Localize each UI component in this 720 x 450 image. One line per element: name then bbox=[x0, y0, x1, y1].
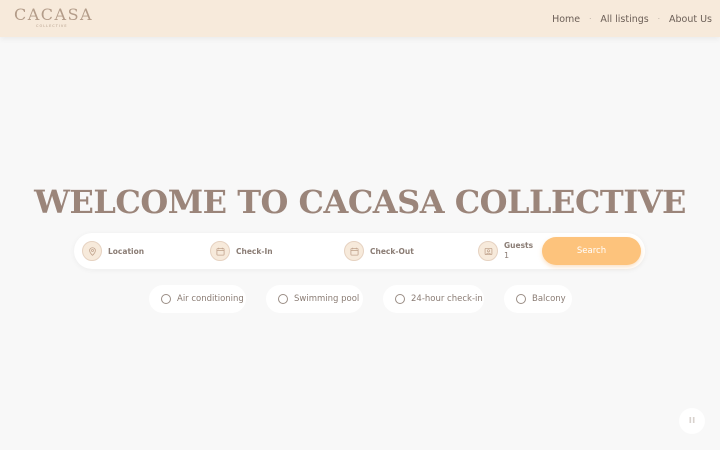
nav-about-us[interactable]: About Us bbox=[669, 14, 712, 25]
filter-label: 24-hour check-in bbox=[411, 294, 483, 304]
nav-separator: · bbox=[657, 15, 660, 23]
search-button[interactable]: Search bbox=[542, 237, 641, 265]
main-nav: Home · All listings · About Us bbox=[552, 12, 712, 26]
location-label: Location bbox=[108, 246, 145, 256]
radio-icon[interactable] bbox=[161, 294, 171, 304]
guests-field[interactable]: Guests 1 bbox=[478, 240, 533, 262]
nav-separator: · bbox=[589, 15, 592, 23]
filter-swimming-pool[interactable]: Swimming pool bbox=[266, 285, 363, 313]
filter-air-conditioning[interactable]: Air conditioning bbox=[149, 285, 246, 313]
site-header: CACASA COLLECTIVE Home · All listings · … bbox=[0, 0, 720, 37]
filter-label: Air conditioning bbox=[177, 294, 244, 304]
calendar-icon bbox=[344, 241, 364, 261]
pause-icon bbox=[688, 416, 696, 427]
cacasa-logo[interactable]: CACASA COLLECTIVE bbox=[14, 5, 94, 32]
search-bar: Location Check-In Check-Out Guests 1 Sea… bbox=[74, 233, 645, 269]
page-title: WELCOME TO CACASA COLLECTIVE bbox=[34, 183, 686, 221]
calendar-icon bbox=[210, 241, 230, 261]
filter-24-hour-check-in[interactable]: 24-hour check-in bbox=[383, 285, 484, 313]
logo-subtitle: COLLECTIVE bbox=[36, 24, 68, 28]
floating-action-button[interactable] bbox=[679, 408, 705, 434]
filter-balcony[interactable]: Balcony bbox=[504, 285, 572, 313]
checkout-label: Check-Out bbox=[370, 246, 414, 256]
nav-all-listings[interactable]: All listings bbox=[600, 14, 648, 25]
checkout-field[interactable]: Check-Out bbox=[344, 240, 414, 262]
guests-label: Guests bbox=[504, 241, 534, 250]
filter-label: Balcony bbox=[532, 294, 566, 304]
location-pin-icon bbox=[82, 241, 102, 261]
checkin-label: Check-In bbox=[236, 246, 273, 256]
guests-group: Guests 1 bbox=[504, 241, 533, 261]
checkin-field[interactable]: Check-In bbox=[210, 240, 273, 262]
filter-label: Swimming pool bbox=[294, 294, 360, 304]
nav-home[interactable]: Home bbox=[552, 14, 580, 25]
guests-value[interactable]: 1 bbox=[504, 251, 533, 261]
logo-wordmark: CACASA bbox=[14, 5, 94, 24]
radio-icon[interactable] bbox=[278, 294, 288, 304]
radio-icon[interactable] bbox=[516, 294, 526, 304]
location-field[interactable]: Location bbox=[82, 240, 144, 262]
radio-icon[interactable] bbox=[395, 294, 405, 304]
guests-icon bbox=[478, 241, 498, 261]
